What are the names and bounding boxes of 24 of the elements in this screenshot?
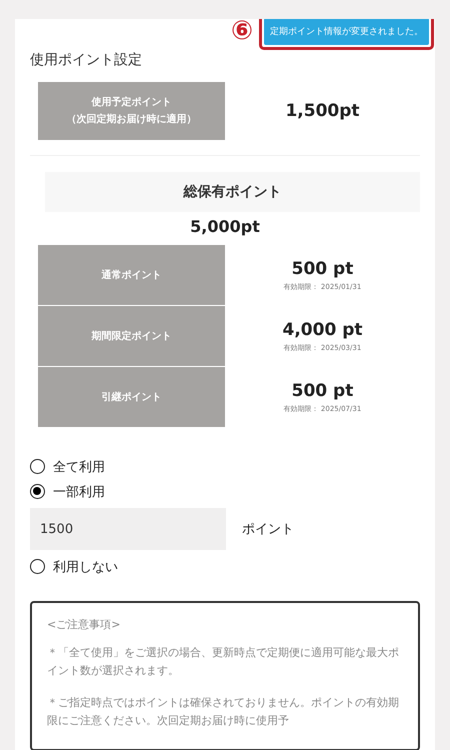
point-value: 500 pt [292, 258, 354, 278]
table-header-cell: 期間限定ポイント [38, 306, 225, 366]
notice-heading: <ご注意事項> [47, 617, 122, 632]
notification-message: 定期ポイント情報が変更されました。 [264, 19, 429, 44]
points-input-field[interactable]: 1500 [30, 508, 226, 550]
option-label: 利用しない [53, 558, 118, 576]
radio-button[interactable] [30, 559, 45, 574]
notice-text: ＊「全て使用」をご選択の場合、更新時点で定期便に適用可能な最大ポイント数が選択されます。 [47, 645, 400, 679]
radio-button[interactable] [30, 459, 45, 474]
radio-button[interactable] [30, 484, 45, 499]
point-value: 1,500pt [285, 101, 360, 121]
total-points-header: 総保有ポイント [45, 172, 420, 212]
callout-number: ⑥ [230, 19, 253, 46]
unit-label: ポイント [242, 521, 294, 538]
section-title: 使用ポイント設定 [30, 51, 143, 69]
table-header-cell: 通常ポイント [38, 245, 225, 305]
option-label: 一部利用 [53, 484, 105, 500]
table-header-cell: 引継ポイント [38, 367, 225, 427]
point-value: 4,000 pt [282, 320, 362, 340]
point-value: 500 pt [292, 380, 354, 400]
notice-text: ＊ご指定時点ではポイントは確保されておりません。ポイントの有効期限にご注意ください。次回定期お届け時に使用予 [47, 695, 400, 729]
option-label: 全て利用 [53, 458, 105, 476]
total-points-value: 5,000pt [189, 217, 261, 236]
table-header-cell: 使用予定ポイント （次回定期お届け時に適用） [38, 82, 225, 140]
